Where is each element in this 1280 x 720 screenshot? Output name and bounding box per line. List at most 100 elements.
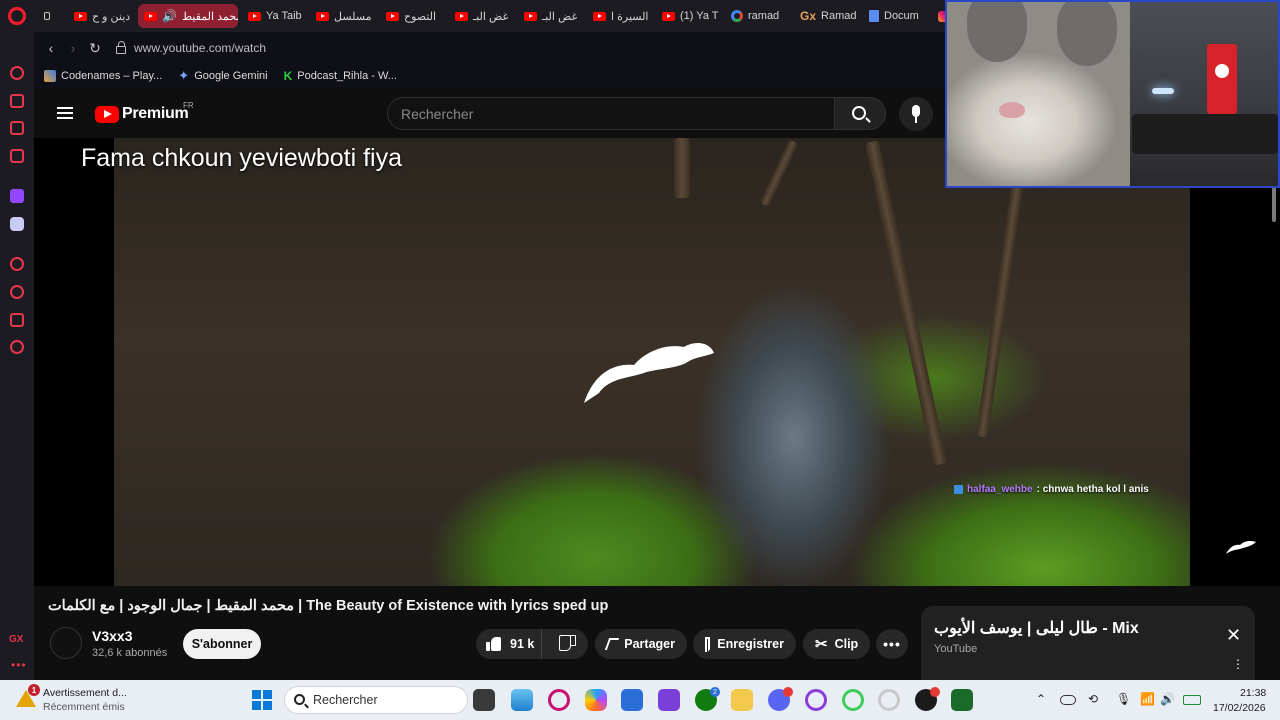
url-field[interactable]: www.youtube.com/watch — [134, 41, 266, 55]
gx-control-icon[interactable] — [10, 94, 24, 108]
opera-logo-icon[interactable] — [8, 7, 26, 25]
subscribe-button[interactable]: S'abonner — [183, 629, 261, 659]
tab[interactable]: (1) Ya T — [656, 4, 722, 28]
twitch-icon[interactable] — [10, 189, 24, 203]
player-icon[interactable] — [10, 149, 24, 163]
like-button[interactable]: 91 k — [476, 629, 542, 659]
mix-playlist-panel: طال ليلى | يوسف الأيوب - Mix YouTube ✕ ⋮ — [921, 606, 1255, 682]
clip-button[interactable]: ✂ Clip — [803, 629, 870, 659]
taskbar-search-placeholder: Rechercher — [313, 693, 378, 707]
address-bar: ‹ › ↻ www.youtube.com/watch — [34, 32, 945, 64]
youtube-icon — [455, 11, 468, 21]
settings-gear-icon[interactable] — [10, 340, 24, 354]
like-count: 91 k — [510, 637, 535, 651]
reload-button[interactable]: ↻ — [84, 37, 106, 59]
history-icon[interactable] — [10, 285, 24, 299]
microphone-icon[interactable]: 🎙 — [1116, 692, 1131, 706]
youtube-brand[interactable]: Premium — [122, 105, 189, 123]
tab[interactable]: مسلسل — [310, 4, 376, 28]
youtube-icon — [662, 11, 675, 21]
volume-icon[interactable]: 🔊 — [1160, 692, 1175, 706]
tab-label: السيرة ا — [611, 10, 649, 23]
onedrive-icon[interactable] — [1060, 695, 1076, 705]
back-button[interactable]: ‹ — [40, 37, 62, 59]
menu-icon[interactable] — [57, 107, 73, 119]
search-input[interactable]: Rechercher — [387, 97, 835, 130]
notification-badge: 1 — [28, 684, 40, 696]
youtube-logo-icon[interactable] — [95, 106, 119, 123]
opera-icon[interactable] — [878, 689, 900, 711]
tab-active[interactable]: 🔊 محمد المقيط — [138, 4, 238, 28]
chat-username: halfaa_wehbe — [967, 484, 1033, 495]
avatar[interactable] — [50, 627, 82, 659]
opera-gx-icon[interactable] — [805, 689, 827, 711]
share-button[interactable]: Partager — [595, 629, 687, 659]
sidebar-more-icon[interactable]: ••• — [11, 658, 27, 672]
tab-label: محمد المقيط — [181, 10, 238, 23]
bookmark-gemini[interactable]: ✦ Google Gemini — [178, 68, 267, 84]
cat-fur-right — [1057, 2, 1117, 66]
battery-icon[interactable] — [1183, 695, 1201, 705]
mix-more-icon[interactable]: ⋮ — [1232, 658, 1244, 670]
youtube-icon — [144, 11, 157, 21]
task-view-icon[interactable] — [473, 689, 495, 711]
discord-icon[interactable] — [10, 217, 24, 231]
opera-air-icon[interactable] — [842, 689, 864, 711]
sync-icon[interactable]: ⟲ — [1088, 692, 1098, 706]
tab-switcher-icon[interactable] — [38, 4, 50, 28]
widgets-icon[interactable] — [511, 689, 533, 711]
close-icon[interactable]: ✕ — [1226, 625, 1241, 646]
bookmark-codenames[interactable]: Codenames – Play... — [44, 70, 162, 82]
tab[interactable]: ramad — [725, 4, 791, 28]
more-actions-button[interactable]: ••• — [876, 629, 908, 659]
page-scrollbar[interactable] — [1272, 186, 1276, 222]
tab[interactable]: التصوح — [380, 4, 446, 28]
extensions-icon[interactable] — [10, 313, 24, 327]
taskbar-search[interactable]: Rechercher — [284, 686, 468, 714]
tab[interactable]: Docum — [863, 4, 929, 28]
channel-name[interactable]: V3xx3 — [92, 628, 132, 644]
tab[interactable]: غض البـ — [449, 4, 515, 28]
forward-button[interactable]: › — [62, 37, 84, 59]
tab[interactable]: دينن و ح — [68, 4, 130, 28]
opera-app-icon[interactable] — [548, 689, 570, 711]
mix-title[interactable]: طال ليلى | يوسف الأيوب - Mix — [934, 618, 1139, 638]
country-code: FR — [183, 101, 194, 110]
youtube-header: Premium FR Rechercher — [34, 88, 945, 138]
tab-label: Ramad — [821, 10, 857, 22]
bookmark-podcast[interactable]: K Podcast_Rihla - W... — [284, 69, 397, 83]
tab-label: مسلسل — [334, 10, 372, 23]
tab[interactable] — [932, 4, 945, 28]
gx-label[interactable]: GX — [9, 634, 23, 645]
search-button[interactable] — [834, 97, 886, 130]
tab[interactable]: Gx Ramad — [794, 4, 860, 28]
instagram-icon — [938, 10, 945, 22]
cat-fur-left — [967, 2, 1027, 62]
notification-title[interactable]: Avertissement d... — [43, 687, 127, 699]
file-explorer-icon[interactable] — [731, 689, 753, 711]
lock-icon[interactable] — [116, 41, 126, 54]
notification-warning-icon[interactable]: 1 — [16, 684, 40, 708]
video-pop-out-icon[interactable] — [10, 257, 24, 271]
terminal-icon[interactable] — [951, 689, 973, 711]
speed-dial-icon[interactable] — [10, 66, 24, 80]
cat-nose — [999, 102, 1025, 118]
speaker-icon[interactable]: 🔊 — [162, 9, 177, 23]
copilot-icon[interactable] — [585, 689, 607, 711]
tab[interactable]: السيرة ا — [587, 4, 653, 28]
save-button[interactable]: Enregistrer — [693, 629, 796, 659]
app-icon[interactable] — [658, 689, 680, 711]
gx-cleaner-icon[interactable] — [10, 121, 24, 135]
store-icon[interactable] — [621, 689, 643, 711]
clock-date[interactable]: 17/02/2026 — [1213, 702, 1266, 714]
tab[interactable]: غض البـ — [518, 4, 584, 28]
tab-label: Ya Taib — [266, 10, 302, 22]
clock-time[interactable]: 21:38 — [1240, 687, 1266, 699]
wifi-icon[interactable]: 📶 — [1140, 692, 1155, 706]
windows-start-icon[interactable] — [252, 690, 272, 710]
dislike-button[interactable] — [549, 629, 588, 659]
video-player[interactable]: Fama chkoun yeviewboti fiya halfaa_wehbe… — [34, 138, 1280, 586]
tab[interactable]: Ya Taib — [242, 4, 306, 28]
tray-overflow-icon[interactable]: ⌃ — [1036, 692, 1046, 706]
voice-search-button[interactable] — [899, 97, 933, 131]
